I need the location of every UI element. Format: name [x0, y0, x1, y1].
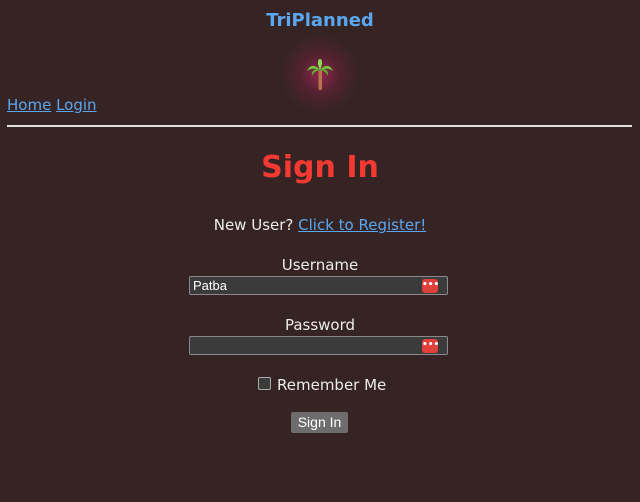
- register-link[interactable]: Click to Register!: [298, 216, 426, 234]
- username-field-wrapper: •••: [189, 276, 448, 295]
- remember-me-label[interactable]: Remember Me: [277, 376, 386, 394]
- page-title: Sign In: [261, 150, 379, 185]
- register-prompt-line: New User? Click to Register!: [0, 216, 640, 234]
- sign-in-button[interactable]: Sign In: [291, 412, 348, 433]
- password-field-wrapper: •••: [189, 336, 448, 355]
- remember-me-checkbox[interactable]: [258, 377, 271, 390]
- nav-login-link[interactable]: Login: [56, 96, 96, 114]
- page: TriPlanned Home Login Sign In New User? …: [0, 0, 640, 502]
- password-manager-icon[interactable]: •••: [422, 279, 439, 293]
- remember-me-row: Remember Me: [258, 376, 386, 394]
- nav-home-link[interactable]: Home: [7, 96, 51, 114]
- password-label: Password: [284, 316, 356, 334]
- password-input[interactable]: [193, 337, 418, 354]
- username-label: Username: [281, 256, 359, 274]
- username-input[interactable]: [193, 277, 418, 294]
- register-prompt-text: New User?: [213, 216, 294, 234]
- header-divider: [7, 125, 632, 127]
- site-title: TriPlanned: [266, 10, 374, 31]
- palm-tree-icon: [307, 59, 333, 90]
- password-manager-icon[interactable]: •••: [422, 339, 439, 353]
- nav-bar: Home Login: [7, 96, 97, 114]
